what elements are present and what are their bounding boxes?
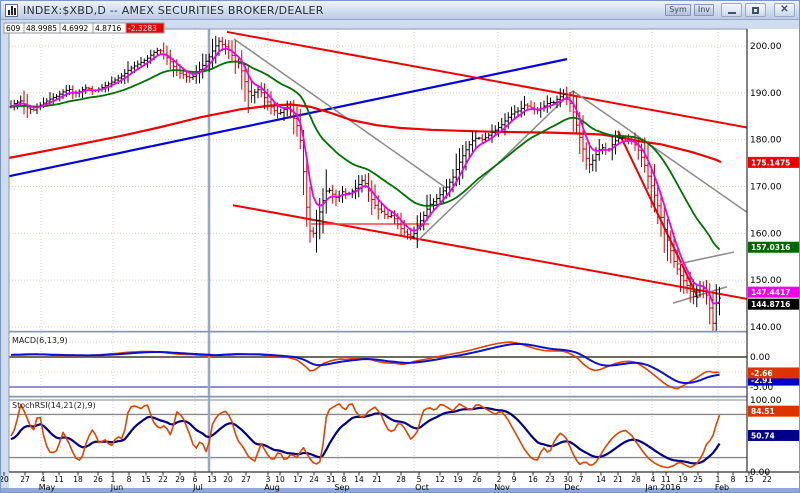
svg-text:200.00: 200.00 — [750, 42, 782, 52]
svg-text:-2.66: -2.66 — [751, 369, 773, 378]
svg-text:12: 12 — [435, 475, 445, 484]
svg-text:28: 28 — [631, 475, 641, 484]
svg-text:23: 23 — [545, 475, 555, 484]
minimize-button[interactable] — [721, 3, 742, 17]
svg-text:29: 29 — [175, 475, 185, 484]
svg-text:15: 15 — [141, 475, 151, 484]
svg-text:140.00: 140.00 — [750, 323, 782, 333]
close-icon: ✕ — [780, 5, 788, 15]
svg-text:19: 19 — [453, 475, 463, 484]
svg-text:9: 9 — [512, 475, 517, 484]
svg-text:-2.3283: -2.3283 — [128, 24, 157, 33]
svg-text:11: 11 — [54, 475, 64, 484]
svg-text:24: 24 — [309, 475, 319, 484]
svg-text:160.00: 160.00 — [750, 229, 782, 239]
svg-text:Sep: Sep — [334, 483, 349, 492]
svg-text:20: 20 — [223, 475, 233, 484]
chart-canvas[interactable]: 200.00190.00180.00170.00160.00150.00140.… — [1, 1, 800, 493]
svg-text:Jun: Jun — [110, 483, 124, 492]
svg-text:Aug: Aug — [264, 483, 280, 492]
minimize-icon — [728, 12, 736, 14]
svg-text:20: 20 — [1, 475, 9, 484]
close-button[interactable]: ✕ — [774, 3, 795, 17]
svg-text:18: 18 — [73, 475, 83, 484]
svg-text:Nov: Nov — [494, 483, 510, 492]
svg-text:48.9985: 48.9985 — [26, 24, 57, 33]
svg-text:50.74: 50.74 — [751, 431, 775, 440]
svg-text:Feb: Feb — [715, 483, 729, 492]
svg-text:14: 14 — [354, 475, 364, 484]
titlebar: INDEX:$XBD,D -- AMEX SECURITIES BROKER/D… — [1, 1, 799, 20]
svg-text:21: 21 — [613, 475, 623, 484]
svg-text:21: 21 — [372, 475, 382, 484]
window-title: INDEX:$XBD,D -- AMEX SECURITIES BROKER/D… — [23, 4, 324, 17]
chart-window: INDEX:$XBD,D -- AMEX SECURITIES BROKER/D… — [0, 0, 800, 493]
restore-icon — [752, 7, 759, 14]
chart-icon — [5, 4, 18, 17]
macd-panel-label: MACD(6,13,9) — [12, 336, 68, 345]
svg-text:22: 22 — [158, 475, 168, 484]
sym-button[interactable]: Sym — [665, 4, 691, 16]
svg-text:180.00: 180.00 — [750, 136, 782, 146]
svg-text:84.51: 84.51 — [751, 407, 775, 416]
svg-text:4.8716: 4.8716 — [95, 24, 121, 33]
legend-boxes: 609 48.9985 4.6992 4.8716 -2.3283 — [4, 23, 164, 33]
svg-text:147.4417: 147.4417 — [751, 288, 790, 297]
svg-text:175.1475: 175.1475 — [751, 158, 790, 167]
restore-button[interactable] — [745, 3, 766, 17]
svg-text:13: 13 — [207, 475, 217, 484]
svg-text:17: 17 — [293, 475, 303, 484]
svg-text:28: 28 — [396, 475, 406, 484]
svg-text:100.00: 100.00 — [750, 396, 782, 406]
svg-text:25: 25 — [693, 475, 703, 484]
svg-text:15: 15 — [744, 475, 754, 484]
svg-text:14: 14 — [596, 475, 606, 484]
svg-text:May: May — [39, 483, 56, 492]
svg-text:4.6992: 4.6992 — [62, 24, 88, 33]
svg-text:Jan 2016: Jan 2016 — [644, 483, 680, 492]
stochrsi-panel-label: StochRSI(14,21(2),9) — [12, 401, 96, 410]
svg-text:157.0316: 157.0316 — [751, 243, 790, 252]
svg-text:Dec: Dec — [564, 483, 579, 492]
svg-text:Jul: Jul — [192, 483, 203, 492]
svg-text:26: 26 — [93, 475, 103, 484]
svg-text:190.00: 190.00 — [750, 89, 782, 99]
svg-text:0.00: 0.00 — [750, 353, 770, 363]
svg-text:27: 27 — [241, 475, 251, 484]
svg-text:16: 16 — [528, 475, 538, 484]
svg-text:609: 609 — [6, 24, 21, 33]
svg-text:8: 8 — [127, 475, 132, 484]
svg-text:170.00: 170.00 — [750, 182, 782, 192]
svg-text:8: 8 — [731, 475, 736, 484]
svg-text:22: 22 — [762, 475, 772, 484]
svg-text:27: 27 — [20, 475, 30, 484]
svg-text:144.8716: 144.8716 — [751, 300, 790, 309]
chart-background — [1, 1, 800, 493]
svg-text:Oct: Oct — [415, 483, 429, 492]
svg-text:26: 26 — [472, 475, 482, 484]
svg-text:150.00: 150.00 — [750, 276, 782, 286]
inv-button[interactable]: Inv — [694, 4, 714, 16]
